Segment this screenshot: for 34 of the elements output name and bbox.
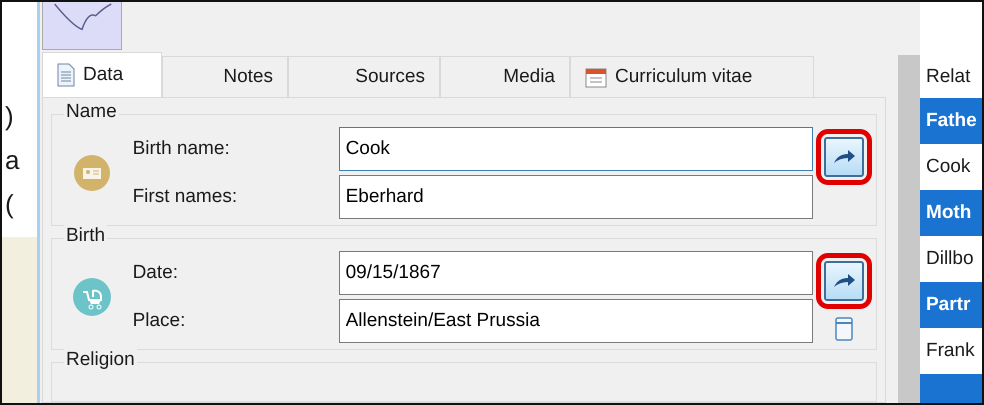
calendar-icon [585, 66, 607, 88]
cut-off-text: a [5, 144, 20, 177]
list-item[interactable]: Dillbo [920, 236, 982, 282]
tab[interactable]: Curriculum vitae [570, 56, 814, 97]
group-title: Religion [64, 349, 137, 371]
text-field[interactable]: Cook [338, 127, 813, 171]
section-header: Partr [920, 282, 982, 328]
field-label: First names: [132, 184, 238, 209]
document-icon [57, 63, 75, 87]
cut-off-text: ) [5, 100, 15, 133]
list-item[interactable]: Frank [920, 328, 982, 374]
forward-button[interactable] [824, 261, 864, 301]
text-field[interactable]: Allenstein/East Prussia [338, 299, 813, 343]
forward-button[interactable] [824, 137, 864, 177]
field-label: Date: [132, 260, 179, 285]
tab[interactable]: Media [440, 56, 570, 97]
section-header: Moth [920, 190, 982, 236]
panel-title: Relat [925, 65, 972, 89]
tab[interactable]: Data [42, 52, 162, 97]
arrow-icon [832, 273, 856, 289]
cut-off-text: ( [5, 188, 15, 221]
field-label: Place: [132, 308, 186, 333]
text-field[interactable]: Eberhard [338, 175, 813, 219]
name-card-icon [74, 155, 110, 191]
list-item[interactable]: Cook [920, 144, 982, 190]
stroller-icon [73, 278, 112, 316]
tab[interactable]: Notes [162, 56, 288, 97]
field-label: Birth name: [132, 136, 231, 161]
text-field[interactable]: 09/15/1867 [338, 251, 813, 295]
section-header: Fathe [920, 98, 982, 144]
arrow-icon [832, 149, 856, 165]
tab[interactable]: Sources [288, 56, 440, 97]
small-window-icon[interactable] [835, 317, 854, 341]
section-header [920, 374, 982, 403]
